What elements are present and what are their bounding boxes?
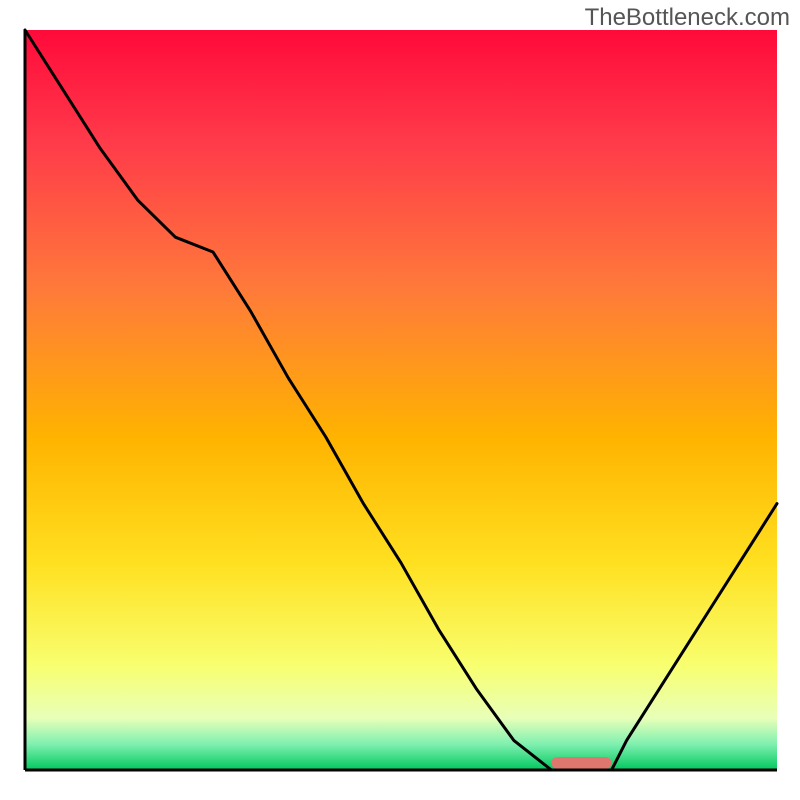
sweet-spot-marker [551,757,611,769]
plot-background [25,30,777,770]
watermark-text: TheBottleneck.com [585,4,790,32]
bottleneck-chart [0,0,800,800]
chart-frame: TheBottleneck.com [0,0,800,800]
